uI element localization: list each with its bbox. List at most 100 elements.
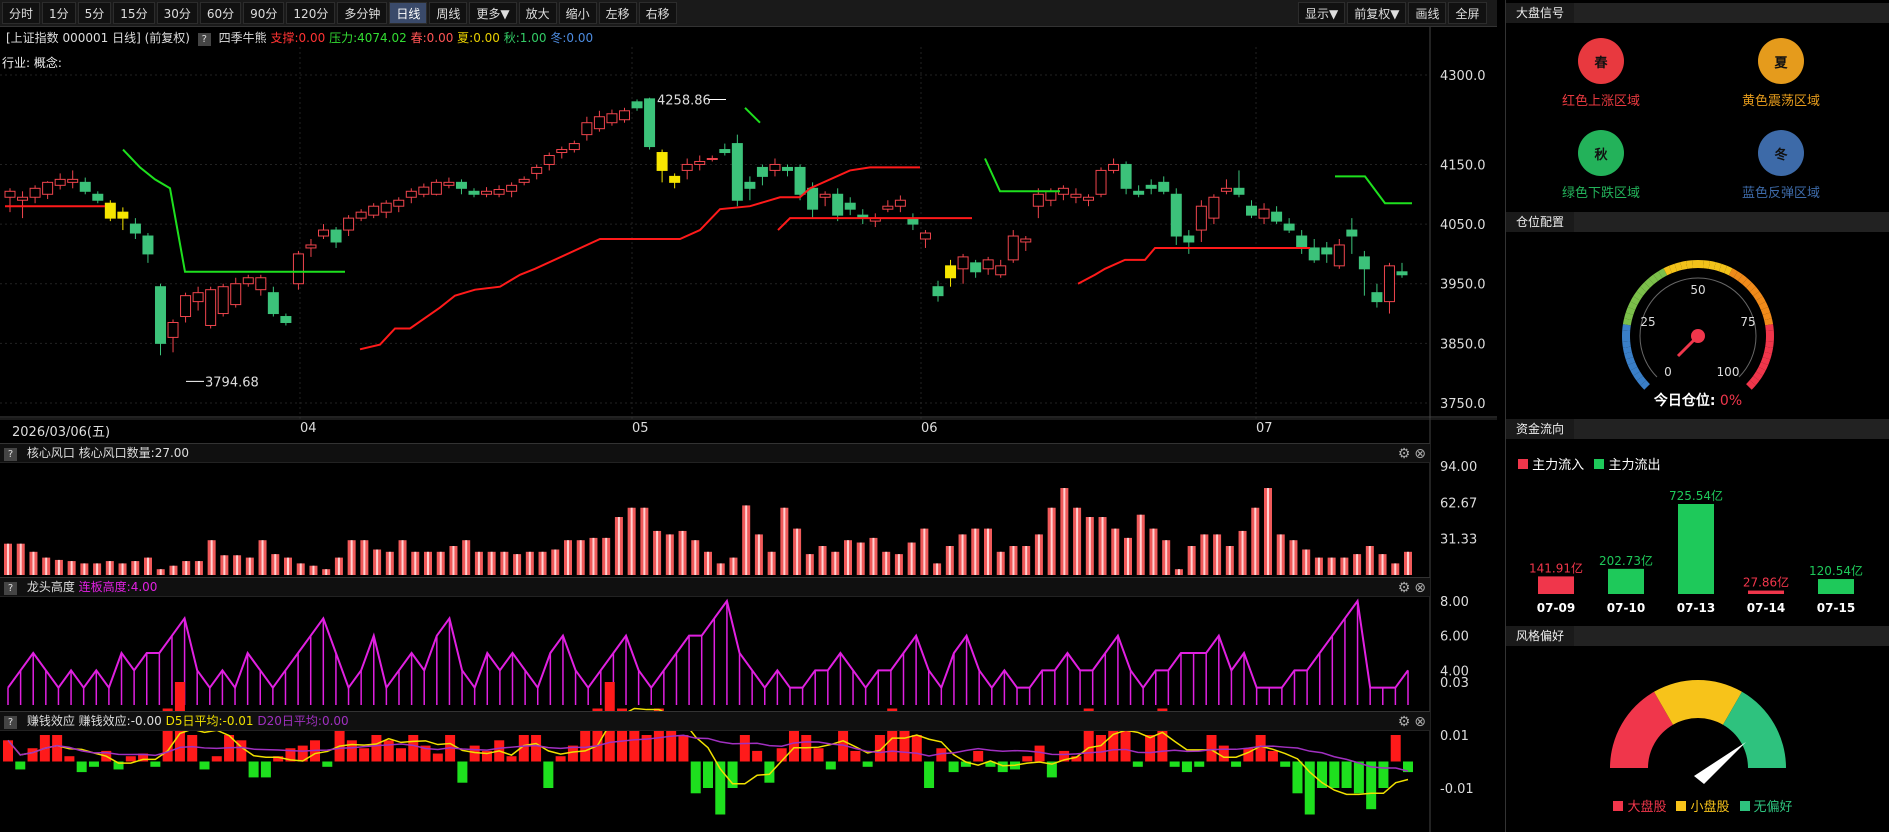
panel1-bar-highlight (936, 563, 939, 575)
panel1-bar-highlight (337, 557, 340, 575)
panel1-bar-highlight (987, 528, 989, 575)
candle (468, 188, 480, 198)
panel1-bar-highlight (350, 540, 353, 575)
close-icon[interactable]: ⊗ (1414, 446, 1430, 462)
gear-icon[interactable]: ⚙ (1398, 446, 1415, 462)
panel1-bar-highlight (1088, 517, 1091, 575)
panel3-bar (703, 761, 713, 788)
toolbar-right-button[interactable]: 全屏 (1448, 2, 1487, 24)
close-icon[interactable]: ⊗ (1414, 714, 1430, 730)
capital-flow-chart: 141.91亿 07-09 202.73亿 07-10 725.54亿 07-13 27.8… (1529, 488, 1863, 615)
close-icon[interactable]: ⊗ (1414, 580, 1430, 596)
candle (782, 164, 794, 177)
panel1-bar-highlight (414, 551, 417, 575)
panel3-bar (874, 735, 885, 762)
gauge-arc (1728, 268, 1738, 279)
candle (719, 143, 731, 156)
period-button[interactable]: 120分 (286, 2, 336, 24)
gauge-arc (1630, 296, 1641, 306)
panel1-value: 核心风口数量:27.00 (78, 446, 190, 460)
gauge-arc (1640, 282, 1650, 292)
panel1-bar-highlight (567, 540, 569, 575)
period-button[interactable]: 1分 (42, 2, 76, 24)
panel2-axis-label: 8.00 (1440, 595, 1469, 610)
candle (1308, 239, 1320, 263)
period-button[interactable]: 90分 (243, 2, 285, 24)
candle (154, 283, 166, 356)
gauge-tick-label: 100 (1717, 365, 1740, 379)
period-button[interactable]: 15分 (113, 2, 155, 24)
signal-badge-icon: 冬 (1758, 130, 1804, 176)
period-button[interactable]: 30分 (156, 2, 198, 24)
period-button[interactable]: 周线 (429, 2, 468, 24)
panel3-bar (752, 750, 763, 762)
help-icon[interactable]: ? (4, 582, 17, 595)
toolbar-right-button[interactable]: 前复权▼ (1347, 2, 1407, 24)
panel1-bar-highlight (821, 546, 824, 575)
period-button[interactable]: 更多▼ (469, 2, 517, 24)
panel1-bar-highlight (477, 551, 480, 575)
candle (1333, 239, 1345, 269)
period-button[interactable]: 5分 (77, 2, 112, 24)
candle (769, 158, 781, 177)
candle (1208, 194, 1220, 225)
period-button[interactable]: 缩小 (558, 2, 597, 24)
panel3-bar (899, 729, 910, 762)
flow-value: 141.91亿 (1529, 560, 1583, 575)
panel1-bar-highlight (1076, 507, 1079, 575)
gear-icon[interactable]: ⚙ (1398, 580, 1415, 596)
candle (1321, 241, 1333, 263)
period-button[interactable]: 右移 (638, 2, 677, 24)
help-icon[interactable]: ? (4, 448, 17, 461)
gauge-arc (1622, 318, 1632, 326)
panel3-bar (1120, 729, 1131, 762)
flow-value: 202.73亿 (1599, 553, 1653, 568)
panel3-bar (408, 735, 419, 762)
period-button[interactable]: 分时 (2, 2, 41, 24)
period-button[interactable]: 60分 (199, 2, 242, 24)
panel3-bar (457, 761, 468, 783)
candle (606, 109, 618, 126)
period-button[interactable]: 日线 (389, 2, 428, 24)
panel3-value: 赚钱效应:-0.00 (78, 714, 162, 728)
candle (669, 173, 681, 189)
panel1-bar-highlight (70, 561, 73, 575)
toolbar-right-button[interactable]: 画线 (1408, 2, 1447, 24)
panel3-bar (543, 761, 554, 788)
candle (1371, 283, 1383, 308)
candle (1358, 250, 1370, 296)
support-line (1077, 246, 1310, 285)
panel3-axis-label: -0.01 (1440, 782, 1474, 797)
gauge-arc (1658, 268, 1668, 279)
panel2-header: ? 龙头高度 连板高度:4.00 ⚙⊗ (0, 577, 1430, 597)
panel1-bar-highlight (541, 551, 544, 575)
toolbar-right-button[interactable]: 显示▼ (1298, 2, 1346, 24)
candle (393, 197, 405, 213)
gauge-arc (1636, 286, 1647, 297)
candle (1032, 188, 1044, 219)
panel3-bar (1145, 735, 1156, 762)
panel3-bar (248, 761, 259, 778)
panel1-bar-highlight (376, 549, 379, 575)
panel1-bar-highlight (1228, 546, 1231, 575)
period-button[interactable]: 放大 (518, 2, 557, 24)
panel3-bar (1022, 756, 1033, 762)
panel1-bar-highlight (1368, 546, 1371, 575)
gauge-arc (1764, 346, 1774, 354)
gear-icon[interactable]: ⚙ (1398, 714, 1415, 730)
help-icon[interactable]: ? (4, 716, 17, 729)
candle (1170, 188, 1182, 245)
panel3-bar (76, 761, 87, 773)
period-button[interactable]: 多分钟 (337, 2, 388, 24)
panel1-bar-highlight (554, 549, 557, 575)
candle (1145, 179, 1157, 195)
gauge-arc (1625, 306, 1636, 316)
flow-date: 07-15 (1817, 601, 1855, 615)
panel1-bar-highlight (1127, 537, 1129, 575)
candle (1007, 230, 1019, 263)
period-button[interactable]: 左移 (598, 2, 637, 24)
style-gauge-needle (1694, 742, 1746, 784)
candle (368, 203, 380, 219)
signal-item: 冬蓝色反弹区域 (1706, 130, 1856, 201)
panel1-bar-highlight (1012, 546, 1015, 575)
